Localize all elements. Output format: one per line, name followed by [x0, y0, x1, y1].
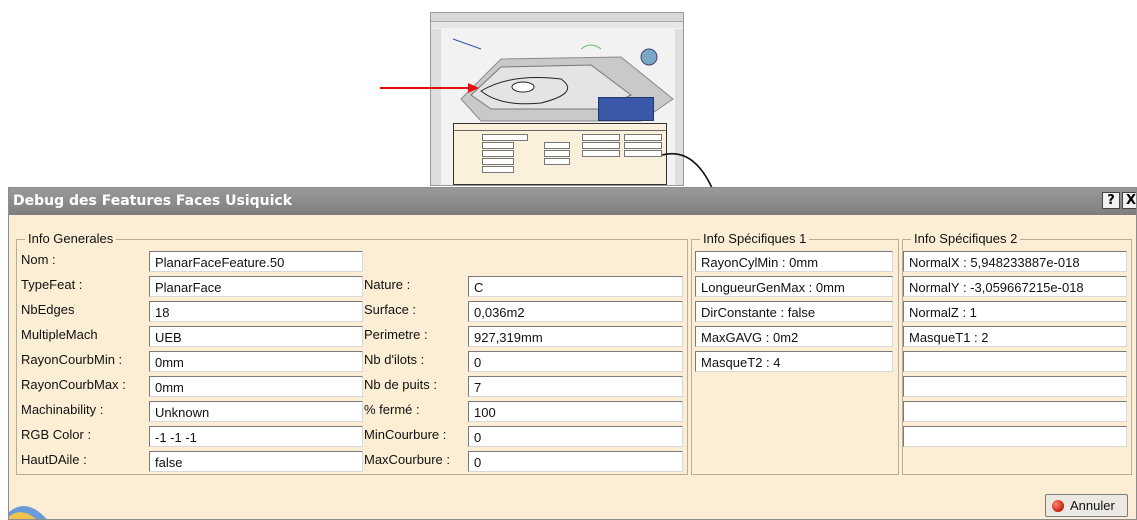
- general-left-5-field[interactable]: Unknown: [149, 401, 363, 422]
- general-left-2-label: MultipleMach: [21, 327, 98, 342]
- red-pointer-arrow: [380, 83, 479, 93]
- spec1-field-3[interactable]: MaxGAVG : 0m2: [695, 326, 893, 347]
- general-right-4-field[interactable]: 7: [468, 376, 683, 397]
- general-right-7-label: MaxCourbure :: [364, 452, 450, 467]
- spec1-field-1[interactable]: LongueurGenMax : 0mm: [695, 276, 893, 297]
- info-generales-legend: Info Generales: [25, 231, 117, 246]
- thumbnail-compass-panel: [598, 97, 654, 121]
- general-left-0-label: TypeFeat :: [21, 277, 83, 292]
- spec2-field-2[interactable]: NormalZ : 1: [903, 301, 1127, 322]
- debug-features-dialog: Debug des Features Faces Usiquick ? X In…: [8, 187, 1137, 520]
- thumbnail-menubar: [431, 13, 683, 22]
- general-right-6-field[interactable]: 0: [468, 426, 683, 447]
- general-right-1-field[interactable]: 0,036m2: [468, 301, 683, 322]
- general-right-3-label: Nb d'ilots :: [364, 352, 425, 367]
- nom-field[interactable]: PlanarFaceFeature.50: [149, 251, 363, 272]
- general-right-7-field[interactable]: 0: [468, 451, 683, 472]
- nom-label: Nom :: [21, 252, 56, 267]
- decorative-swoosh: [9, 506, 47, 519]
- cancel-button-label: Annuler: [1070, 498, 1115, 513]
- general-left-3-label: RayonCourbMin :: [21, 352, 123, 367]
- spec2-field-7[interactable]: [903, 426, 1127, 447]
- general-right-5-field[interactable]: 100: [468, 401, 683, 422]
- general-left-3-field[interactable]: 0mm: [149, 351, 363, 372]
- cancel-icon: [1052, 500, 1064, 512]
- general-right-2-field[interactable]: 927,319mm: [468, 326, 683, 347]
- spec2-field-3[interactable]: MasqueT1 : 2: [903, 326, 1127, 347]
- spec1-field-2[interactable]: DirConstante : false: [695, 301, 893, 322]
- spec2-field-6[interactable]: [903, 401, 1127, 422]
- general-right-5-label: % fermé :: [364, 402, 420, 417]
- spec2-field-4[interactable]: [903, 351, 1127, 372]
- spec1-field-0[interactable]: RayonCylMin : 0mm: [695, 251, 893, 272]
- general-right-6-label: MinCourbure :: [364, 427, 447, 442]
- general-left-5-label: Machinability :: [21, 402, 104, 417]
- close-button[interactable]: X: [1122, 192, 1136, 209]
- general-left-0-field[interactable]: PlanarFace: [149, 276, 363, 297]
- info-specifiques-2-legend: Info Spécifiques 2: [911, 231, 1021, 246]
- general-left-6-label: RGB Color :: [21, 427, 92, 442]
- general-right-0-label: Nature :: [364, 277, 411, 292]
- spec1-field-4[interactable]: MasqueT2 : 4: [695, 351, 893, 372]
- general-left-6-field[interactable]: -1 -1 -1: [149, 426, 363, 447]
- dialog-title: Debug des Features Faces Usiquick: [13, 193, 293, 209]
- spec2-field-0[interactable]: NormalX : 5,948233887e-018: [903, 251, 1127, 272]
- thumbnail-toolbar: [431, 22, 683, 28]
- general-right-1-label: Surface :: [364, 302, 417, 317]
- general-left-4-field[interactable]: 0mm: [149, 376, 363, 397]
- dialog-titlebar: Debug des Features Faces Usiquick ? X: [9, 188, 1136, 215]
- general-left-7-label: HautDAile :: [21, 452, 87, 467]
- cad-window-thumbnail: [430, 12, 684, 186]
- general-left-4-label: RayonCourbMax :: [21, 377, 126, 392]
- spec2-field-1[interactable]: NormalY : -3,059667215e-018: [903, 276, 1127, 297]
- general-left-1-label: NbEdges: [21, 302, 75, 317]
- info-specifiques-1-legend: Info Spécifiques 1: [700, 231, 810, 246]
- general-right-0-field[interactable]: C: [468, 276, 683, 297]
- general-left-7-field[interactable]: false: [149, 451, 363, 472]
- spec2-field-5[interactable]: [903, 376, 1127, 397]
- general-right-4-label: Nb de puits :: [364, 377, 437, 392]
- general-right-3-field[interactable]: 0: [468, 351, 683, 372]
- general-left-2-field[interactable]: UEB: [149, 326, 363, 347]
- help-button[interactable]: ?: [1102, 192, 1120, 209]
- thumbnail-debug-dialog: [453, 123, 667, 185]
- general-right-2-label: Perimetre :: [364, 327, 428, 342]
- thumbnail-left-toolbar: [431, 29, 441, 185]
- general-left-1-field[interactable]: 18: [149, 301, 363, 322]
- cancel-button[interactable]: Annuler: [1045, 494, 1128, 517]
